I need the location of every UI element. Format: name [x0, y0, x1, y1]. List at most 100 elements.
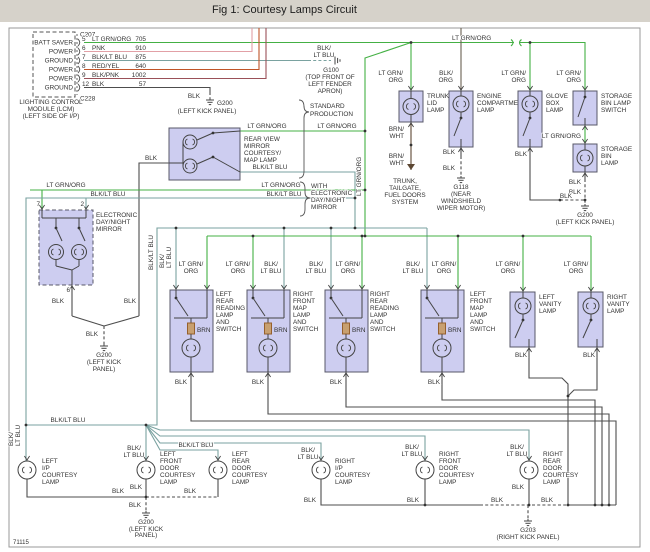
wire-label: LT BLU: [123, 452, 144, 459]
wire-label: LT BLU: [260, 268, 281, 275]
g200-bottom-ground-icon: G200(LEFT KICKPANEL): [129, 511, 164, 539]
left-front-map-lamp-and-switch-label: AND: [470, 319, 484, 326]
wire-label: BLK: [407, 497, 420, 504]
rear-view-mirror-courtesy-map-lamp-label: COURTESY/: [244, 150, 281, 157]
right-vanity-lamp-label: VANITY: [607, 301, 630, 308]
wire-label: ORG: [231, 268, 246, 275]
junction-dot: [252, 235, 255, 238]
g100-label: G100: [323, 67, 339, 74]
figure-title-bar: Fig 1: Courtesy Lamps Circuit: [0, 0, 650, 22]
circuit-number: 57: [139, 81, 147, 88]
wire-label: LT GRN/ORG: [452, 35, 491, 42]
wire-label: LT BLU: [506, 451, 527, 458]
wire-label: LT GRN/ORG: [46, 182, 85, 189]
right-front-map-lamp-and-switch-label: SWITCH: [293, 326, 319, 333]
left-vanity-lamp-label: VANITY: [539, 301, 562, 308]
junction-dot: [529, 41, 532, 44]
wire-label: ORG: [184, 268, 199, 275]
wire-label: BLK/: [317, 45, 331, 52]
left-front-door-courtesy-lamp-label: COURTESY: [160, 472, 196, 479]
right-front-map-lamp-and-switch-label: LAMP: [293, 312, 310, 319]
wire-label: BLK/: [301, 447, 315, 454]
storage-bin-lamp-label: BIN: [601, 153, 612, 160]
engine-compartment-lamp: ENGINECOMPARTMENTLAMP: [449, 86, 527, 152]
left-vanity-lamp: LEFTVANITYLAMP: [510, 287, 562, 352]
right-ip-courtesy-lamp-label: COURTESY: [335, 472, 371, 479]
g118-label: WIPER MOTOR): [437, 205, 486, 212]
rear-view-mirror-courtesy-map-lamp-label: REAR VIEW: [244, 136, 281, 143]
g200-mid-label: PANEL): [93, 366, 116, 373]
wire-label: LT GRN/: [432, 261, 457, 268]
wire-label: LT BLU: [297, 454, 318, 461]
storage-bin-lamp-switch-label: SWITCH: [601, 107, 627, 114]
g203-ground-icon: G203(RIGHT KICK PANEL): [497, 519, 560, 541]
junction-dot: [567, 395, 570, 398]
wire-label: WITH: [311, 183, 328, 190]
junction-dot: [528, 504, 531, 507]
wire-label: LT GRN/ORG: [247, 123, 286, 130]
lamp-icon: [416, 461, 434, 479]
storage-bin-lamp-label: STORAGE: [601, 146, 632, 153]
left-front-map-lamp-and-switch-label: FRONT: [470, 298, 492, 305]
wiring-diagram-page: 71115C207C228BATT SAVER5LT GRN/ORG705POW…: [0, 0, 650, 552]
junction-dot: [601, 504, 604, 507]
wire-label: PRODUCTION: [310, 111, 353, 118]
pin-arc-icon: [78, 84, 80, 91]
g203-label: G203: [520, 527, 536, 534]
lamp-icon: [209, 461, 227, 479]
wire-label: BLK: [428, 379, 441, 386]
junction-dot: [364, 189, 367, 192]
storage-bin-lamp-switch: STORAGEBIN LAMPSWITCH: [573, 86, 632, 130]
figure-number: 71115: [13, 540, 29, 546]
wire-label: BLK/: [159, 254, 166, 268]
lamp-icon: [18, 461, 36, 479]
left-rear-door-courtesy-lamp-label: REAR: [232, 458, 250, 465]
wire-label: LT BLU: [401, 451, 422, 458]
wire-label: ORG: [511, 77, 526, 84]
wire-label: BLK: [188, 93, 201, 100]
left-front-door-courtesy-lamp-label: LAMP: [160, 479, 177, 486]
glove-box-lamp-label: GLOVE: [546, 93, 568, 100]
right-rear-reading-lamp-and-switch-label: REAR: [370, 298, 388, 305]
g118-label: G118: [453, 184, 469, 191]
g200-bottom-label: PANEL): [135, 532, 158, 539]
storage-bin-lamp-label: LAMP: [601, 160, 618, 167]
right-front-door-courtesy-lamp-label: FRONT: [439, 458, 461, 465]
lamp-icon: [520, 461, 538, 479]
right-front-map-lamp-and-switch-label: FRONT: [293, 298, 315, 305]
g200-right-ground-icon: G200(LEFT KICK PANEL): [556, 204, 615, 226]
wire-label: MIRROR: [311, 204, 337, 211]
left-front-map-lamp-and-switch-label: LAMP: [470, 312, 487, 319]
lcm-caption: (LEFT SIDE OF I/P): [23, 113, 80, 120]
right-ip-courtesy-lamp-label: RIGHT: [335, 458, 355, 465]
g100-ground-icon: G100(TOP FRONT OFLEFT FENDERAPRON): [305, 57, 354, 96]
wire-label: LT GRN/ORG: [317, 123, 356, 130]
wire-label: BLK: [541, 497, 554, 504]
resistor-label: BRN: [448, 327, 462, 334]
wire-label: BLK: [86, 331, 99, 338]
wire-label: ORG: [501, 268, 516, 275]
pin-arc-icon: [78, 75, 80, 82]
right-rear-reading-lamp-and-switch-label: RIGHT: [370, 291, 390, 298]
pin-number: 7: [82, 54, 86, 61]
circuit-number: 640: [135, 63, 146, 70]
right-rear-door-courtesy-lamp-label: RIGHT: [543, 451, 563, 458]
wire-label: LT GRN/: [501, 70, 526, 77]
trunk-lid-lamp-label: LID: [427, 100, 437, 107]
pin-arc-icon: [78, 39, 80, 46]
left-rear-reading-lamp-and-switch-label: AND: [216, 319, 230, 326]
electronic-day-night-mirror-label: MIRROR: [96, 226, 122, 233]
wire-label: BLK/LT BLU: [148, 235, 155, 270]
wire-label: ORG: [438, 77, 453, 84]
wire-label: LT GRN/: [378, 70, 403, 77]
wire: [84, 88, 210, 93]
lcm-pin-function: POWER: [49, 49, 74, 56]
junction-dot: [283, 227, 286, 230]
wire-label: LT GRN/ORG: [356, 157, 363, 196]
circuit-number: 875: [135, 54, 146, 61]
wire-color-label: BLK: [92, 81, 105, 88]
lcm-pin-function: GROUND: [45, 85, 74, 92]
pin-arc-icon: [78, 57, 80, 64]
right-rear-reading-lamp-and-switch-label: SWITCH: [370, 326, 396, 333]
arrow-icon: [407, 164, 415, 170]
